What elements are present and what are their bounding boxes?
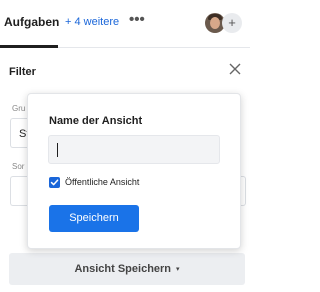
top-bar: Aufgaben + 4 weitere ••• + [0,0,250,48]
save-view-button[interactable]: Ansicht Speichern ▾ [9,253,245,285]
public-view-checkbox[interactable] [49,177,60,188]
view-name-input[interactable] [48,135,220,164]
more-tabs-link[interactable]: + 4 weitere [65,16,119,28]
text-cursor [57,143,58,157]
public-view-label[interactable]: Öffentliche Ansicht [65,177,139,187]
chevron-down-icon: ▾ [176,266,180,273]
view-name-label: Name der Ansicht [49,115,143,127]
checkmark-icon [50,179,59,186]
avatar-face [210,17,220,29]
filter-header: Filter [0,48,250,94]
tab-aufgaben[interactable]: Aufgaben [4,15,59,29]
grouping-label: Gru [12,104,26,113]
close-icon[interactable] [228,62,242,76]
sort-label: Sor [12,162,25,171]
add-member-button[interactable]: + [222,13,242,33]
save-view-popover: Name der Ansicht Öffentliche Ansicht Spe… [27,93,241,249]
filter-title: Filter [9,66,36,78]
save-view-label: Ansicht Speichern [74,263,172,275]
save-button[interactable]: Speichern [49,205,139,232]
more-options-icon[interactable]: ••• [129,11,145,28]
